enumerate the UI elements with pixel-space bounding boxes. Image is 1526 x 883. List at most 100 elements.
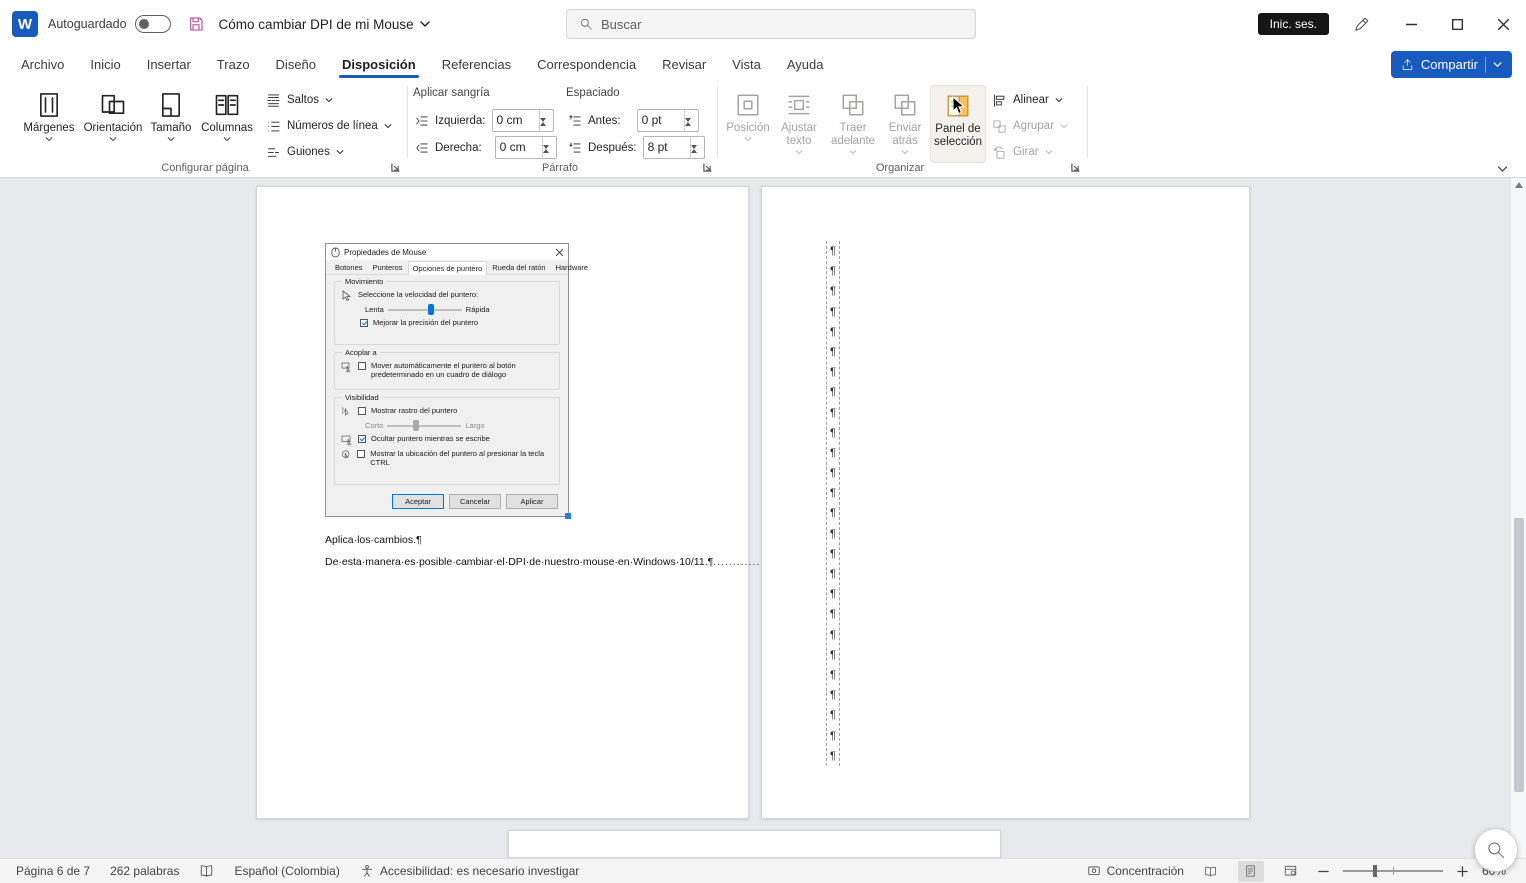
wrap-text-icon: [786, 88, 812, 122]
word-count[interactable]: 262 palabras: [110, 864, 179, 878]
hide-pointer-checkbox: [358, 435, 366, 443]
word-app-icon[interactable]: W: [12, 11, 38, 37]
pilcrow-mark: ¶: [830, 446, 836, 459]
collapse-ribbon-chevron[interactable]: [1497, 166, 1508, 173]
zoom-in-button[interactable]: [1457, 865, 1468, 877]
autosave-toggle[interactable]: [134, 15, 171, 33]
document-canvas[interactable]: Propiedades de Mouse Botones Punteros Opci…: [0, 178, 1526, 858]
dialog-launcher-icon[interactable]: [700, 160, 714, 174]
slider-thumb: [413, 419, 420, 431]
language-indicator[interactable]: Español (Colombia): [234, 864, 339, 878]
wrap-text-button[interactable]: Ajustar texto: [774, 85, 824, 163]
pilcrow-mark: ¶: [830, 467, 836, 480]
floating-search-button[interactable]: [1474, 828, 1518, 872]
chevron-down-icon: [1055, 97, 1063, 102]
accessibility-icon: [361, 865, 372, 877]
menu-tab-diseño[interactable]: Diseño: [263, 48, 329, 80]
menu-tab-revisar[interactable]: Revisar: [649, 48, 719, 80]
align-button[interactable]: Alinear: [988, 88, 1067, 112]
web-layout-button[interactable]: [1278, 861, 1304, 882]
menu-tab-insertar[interactable]: Insertar: [134, 48, 204, 80]
document-title[interactable]: Cómo cambiar DPI de mi Mouse: [219, 17, 430, 32]
menu-tab-ayuda[interactable]: Ayuda: [774, 48, 837, 80]
pilcrow-mark: ¶: [830, 265, 836, 278]
indent-right-input[interactable]: 0 cm: [494, 136, 557, 159]
menu-tab-disposición[interactable]: Disposición: [329, 48, 429, 80]
chevron-down-icon[interactable]: [1493, 61, 1502, 68]
indent-header: Aplicar sangría: [413, 87, 490, 99]
proofing-icon[interactable]: [199, 864, 214, 878]
paragraph-text[interactable]: Aplica·los·cambios.¶: [325, 534, 422, 546]
search-input[interactable]: Buscar: [566, 9, 976, 39]
hyphenation-button[interactable]: Guiones: [262, 140, 348, 164]
search-icon: [580, 18, 592, 30]
spinner-down[interactable]: [539, 118, 553, 131]
menu-tab-archivo[interactable]: Archivo: [8, 48, 77, 80]
document-page-1[interactable]: Propiedades de Mouse Botones Punteros Opci…: [256, 186, 838, 819]
maximize-button[interactable]: [1434, 0, 1480, 48]
breaks-button[interactable]: Saltos: [262, 88, 337, 112]
pilcrow-mark: ¶: [830, 386, 836, 399]
zoom-out-button[interactable]: [1318, 866, 1329, 877]
dialog-launcher-icon[interactable]: [388, 160, 402, 174]
line-numbers-button[interactable]: Números de línea: [262, 114, 396, 138]
menu-tab-inicio[interactable]: Inicio: [77, 48, 133, 80]
pilcrow-mark: ¶: [830, 305, 836, 318]
pilcrow-mark: ¶: [830, 689, 836, 702]
size-button[interactable]: Tamaño: [142, 85, 200, 163]
send-backward-button[interactable]: Enviar atrás: [882, 85, 928, 163]
minimize-button[interactable]: [1388, 0, 1434, 48]
chevron-down-icon: [901, 150, 909, 155]
indent-left-input[interactable]: 0 cm: [491, 109, 554, 132]
align-icon: [994, 93, 1005, 107]
ctrl-locate-icon: [342, 450, 350, 459]
spacing-after-input[interactable]: 8 pt: [642, 136, 705, 159]
share-button[interactable]: Compartir: [1390, 51, 1512, 78]
pointer-speed-icon: [342, 290, 352, 302]
columns-button[interactable]: Columnas: [198, 85, 256, 163]
signin-button[interactable]: Inic. ses.: [1257, 13, 1329, 35]
menu-tab-correspondencia[interactable]: Correspondencia: [524, 48, 649, 80]
scrollbar-thumb[interactable]: [1514, 518, 1524, 792]
scroll-up-arrow-icon[interactable]: [1515, 182, 1523, 188]
group-button[interactable]: Agrupar: [988, 114, 1072, 138]
dialog-title-bar: Propiedades de Mouse: [326, 244, 568, 260]
close-icon: [556, 248, 563, 256]
chevron-down-icon: [45, 137, 53, 142]
group-divider: [1087, 86, 1088, 158]
spinner-down[interactable]: [690, 145, 704, 158]
chevron-down-icon: [1060, 123, 1068, 128]
mouse-cursor: [952, 96, 967, 116]
image-resize-handle[interactable]: [565, 513, 571, 519]
save-icon[interactable]: [187, 15, 205, 33]
orientation-button[interactable]: Orientación: [84, 85, 142, 163]
menu-tab-vista[interactable]: Vista: [719, 48, 774, 80]
focus-mode-button[interactable]: Concentración: [1087, 864, 1184, 878]
pilcrow-mark: ¶: [830, 729, 836, 742]
chevron-down-icon: [849, 150, 857, 155]
pilcrow-mark: ¶: [830, 588, 836, 601]
rotate-button[interactable]: Girar: [988, 140, 1057, 164]
vertical-scrollbar[interactable]: [1510, 178, 1526, 858]
accessibility-status[interactable]: Accesibilidad: es necesario investigar: [360, 864, 579, 878]
close-button[interactable]: [1480, 0, 1526, 48]
position-button[interactable]: Posición: [724, 85, 772, 163]
pen-mode-icon[interactable]: [1353, 16, 1370, 33]
menu-tab-trazo[interactable]: Trazo: [204, 48, 263, 80]
spinner-down[interactable]: [542, 145, 556, 158]
group-label-arrange: Organizar: [875, 162, 925, 174]
document-page-3[interactable]: [508, 830, 1001, 858]
bring-forward-button[interactable]: Traer adelante: [828, 85, 878, 163]
spacing-before-input[interactable]: 0 pt: [636, 109, 699, 132]
statusbar-left: Página 6 de 7 262 palabras Español (Colo…: [0, 864, 579, 878]
margins-button[interactable]: Márgenes: [20, 85, 78, 163]
read-mode-button[interactable]: [1198, 861, 1224, 882]
print-layout-button[interactable]: [1237, 860, 1264, 882]
dialog-launcher-icon[interactable]: [1068, 160, 1082, 174]
page-indicator[interactable]: Página 6 de 7: [16, 864, 90, 878]
spinner-down[interactable]: [684, 118, 698, 131]
menu-tab-referencias[interactable]: Referencias: [429, 48, 524, 80]
document-page-2[interactable]: ¶ ¶ ¶ ¶ ¶ ¶ ¶ ¶ ¶ ¶ ¶ ¶ ¶ ¶ ¶ ¶ ¶ ¶ ¶ ¶ ¶ ¶ ¶ ¶ ¶ ¶: [761, 186, 1250, 819]
zoom-slider-thumb[interactable]: [1372, 865, 1377, 877]
zoom-slider[interactable]: [1342, 865, 1443, 877]
